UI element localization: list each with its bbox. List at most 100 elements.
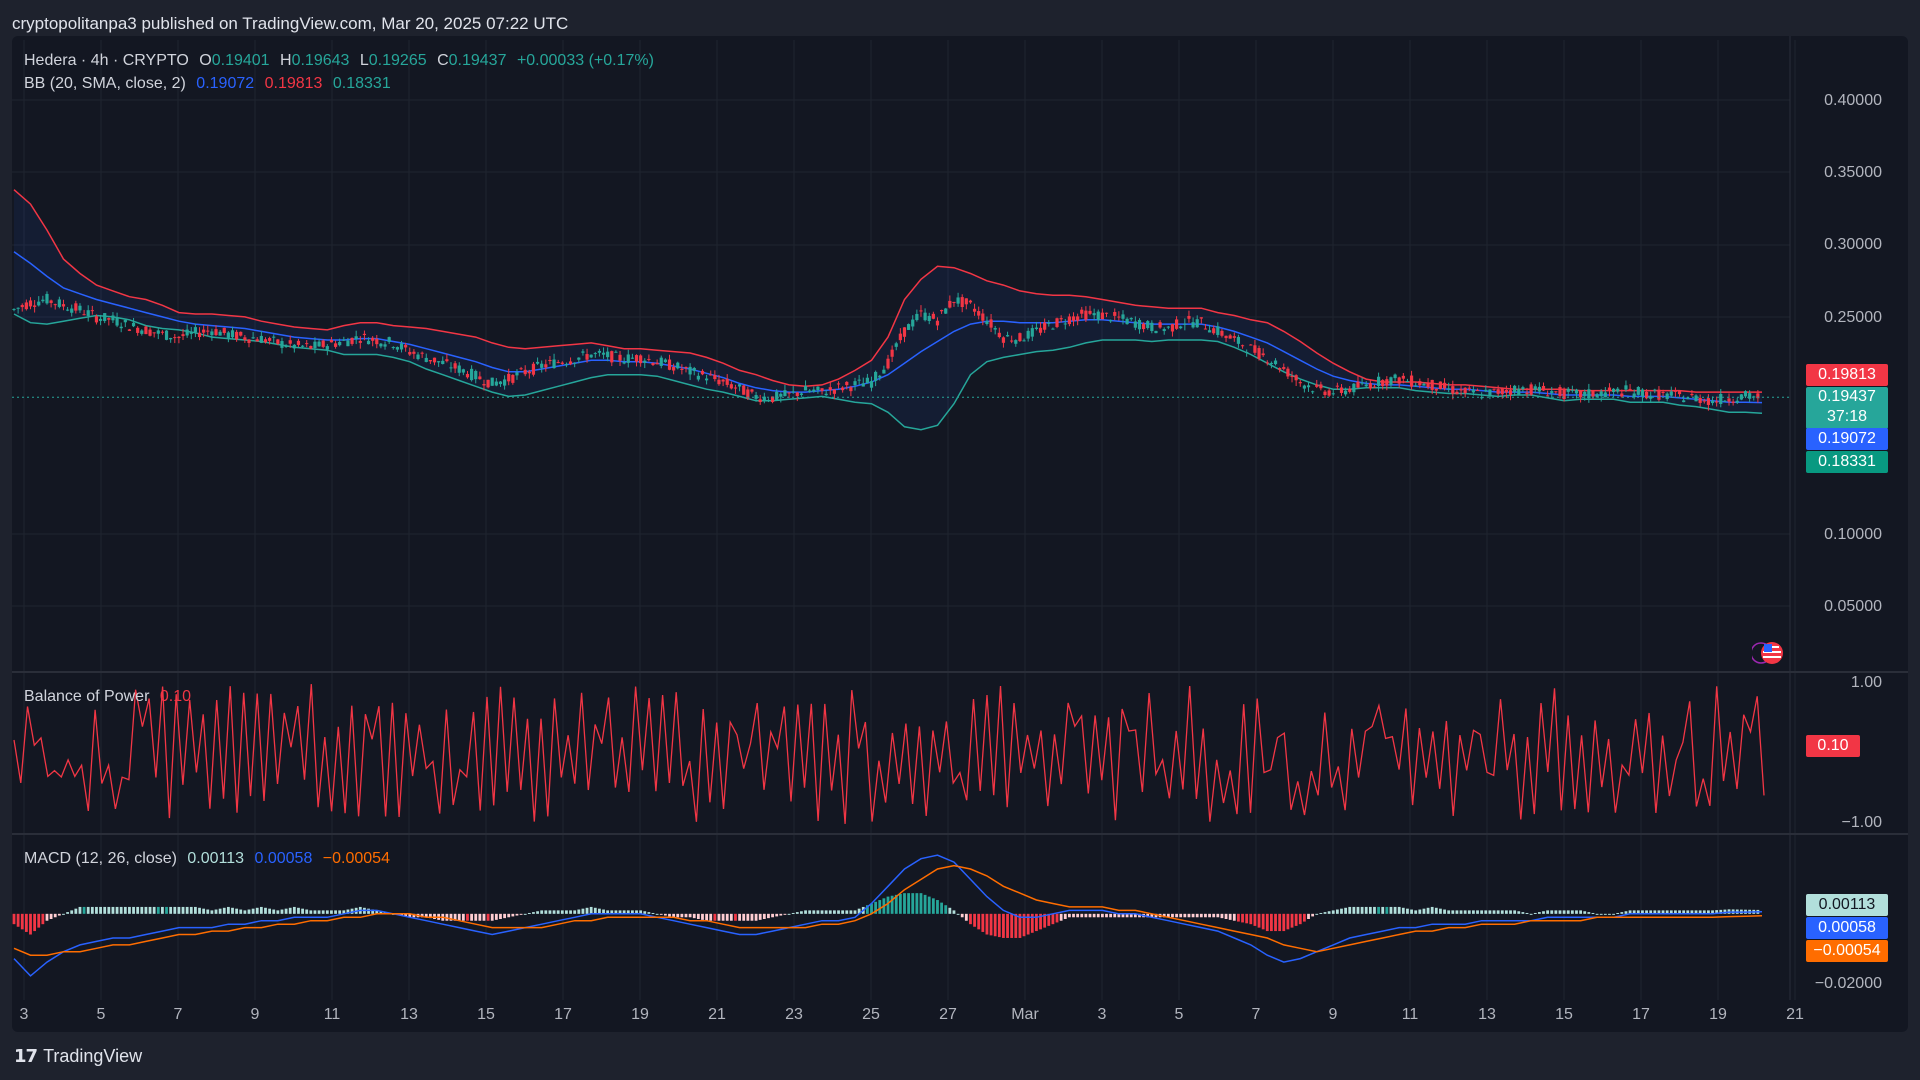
- candle-body: [1682, 400, 1686, 403]
- candle-body: [12, 308, 16, 310]
- macd-histogram-bar: [1088, 913, 1092, 918]
- candle-body: [696, 375, 700, 380]
- candle-body: [667, 359, 672, 370]
- macd-histogram-bar: [1195, 913, 1199, 918]
- candle-body: [1677, 391, 1682, 395]
- candle-body: [1224, 335, 1228, 339]
- candle-body: [1183, 323, 1187, 325]
- macd-histogram-bar: [1187, 913, 1191, 918]
- candle-body: [1253, 345, 1257, 353]
- macd-histogram-bar: [705, 913, 709, 921]
- macd-histogram-bar: [659, 913, 663, 915]
- candle-body: [371, 337, 375, 341]
- candle-body: [849, 387, 853, 392]
- candle-body: [1603, 392, 1607, 398]
- macd-histogram-bar: [1204, 913, 1207, 918]
- change-value: +0.00033 (+0.17%): [516, 52, 654, 69]
- candle-body: [263, 339, 268, 343]
- candle-body: [944, 308, 948, 314]
- candle-body: [185, 329, 189, 336]
- macd-histogram-bar: [936, 900, 939, 914]
- candle-body: [276, 339, 280, 344]
- macd-histogram-bar: [981, 913, 985, 932]
- candle-body: [1657, 389, 1661, 400]
- macd-histogram-bar: [989, 913, 993, 936]
- candle-body: [1245, 351, 1249, 353]
- macd-histogram-bar: [511, 913, 515, 917]
- candle-body: [453, 363, 457, 369]
- macd-histogram-bar: [1529, 913, 1533, 915]
- candle-body: [1137, 319, 1142, 330]
- macd-histogram-bar: [948, 907, 952, 914]
- macd-histogram-bar: [49, 913, 53, 919]
- candle-body: [1018, 333, 1022, 342]
- macd-histogram-bar: [1212, 913, 1216, 918]
- macd-histogram-bar: [1397, 906, 1401, 914]
- macd-histogram-bar: [214, 909, 218, 914]
- candle-body: [1669, 391, 1673, 396]
- candle-body: [197, 332, 202, 337]
- candle-body: [140, 330, 144, 334]
- macd-histogram-bar: [1302, 913, 1306, 922]
- macd-histogram-bar: [713, 913, 717, 921]
- candle-body: [338, 341, 342, 346]
- macd-histogram-bar: [173, 906, 177, 914]
- main-legend: Hedera · 4h · CRYPTO O0.19401 H0.19643 L…: [24, 52, 660, 70]
- bb-legend[interactable]: BB (20, SMA, close, 2) 0.19072 0.19813 0…: [24, 75, 397, 93]
- macd-histogram-bar: [144, 906, 148, 914]
- candle-body: [1438, 381, 1443, 390]
- candle-body: [1430, 379, 1434, 390]
- macd-histogram-bar: [969, 913, 972, 925]
- macd-legend[interactable]: MACD (12, 26, close) 0.00113 0.00058 −0.…: [24, 850, 396, 868]
- candle-body: [1096, 311, 1100, 320]
- macd-histogram-bar: [210, 910, 214, 914]
- candle-body: [70, 308, 74, 313]
- candle-body: [993, 328, 997, 330]
- chart-canvas[interactable]: [0, 0, 1920, 1080]
- candle-body: [136, 327, 140, 333]
- candle-body: [193, 327, 197, 333]
- macd-histogram-bar: [1014, 913, 1018, 938]
- candle-body: [622, 362, 626, 364]
- symbol-title[interactable]: Hedera · 4h · CRYPTO: [24, 52, 189, 69]
- macd-histogram-bar: [367, 908, 370, 914]
- macd-histogram-bar: [247, 909, 251, 914]
- candle-body: [907, 324, 911, 330]
- candle-body: [824, 393, 828, 396]
- candle-body: [1496, 389, 1500, 394]
- candle-body: [57, 299, 61, 307]
- macd-histogram-bar: [1599, 913, 1603, 915]
- macd-histogram-bar: [1216, 913, 1220, 918]
- bop-legend[interactable]: Balance of Power 0.10: [24, 688, 197, 706]
- candle-body: [766, 400, 771, 402]
- macd-histogram-bar: [1323, 912, 1327, 914]
- macd-histogram-bar: [593, 907, 597, 914]
- candle-body: [1055, 318, 1059, 327]
- candle-body: [1513, 385, 1517, 393]
- macd-histogram-bar: [1352, 906, 1356, 914]
- candle-body: [1092, 313, 1096, 316]
- candle-body: [1566, 388, 1570, 392]
- candle-body: [1195, 319, 1199, 328]
- candle-body: [214, 329, 218, 335]
- candle-body: [700, 370, 705, 375]
- macd-histogram-bar: [78, 906, 82, 914]
- macd-histogram-bar: [808, 910, 812, 914]
- candle-body: [1376, 376, 1381, 386]
- macd-histogram-bar: [1249, 913, 1253, 925]
- candle-body: [878, 375, 882, 378]
- macd-histogram-bar: [1232, 913, 1236, 921]
- macd-histogram-bar: [313, 910, 317, 914]
- candle-body: [1401, 375, 1405, 379]
- candle-body: [560, 362, 564, 364]
- tradingview-logo[interactable]: 𝟭𝟳 TradingView: [14, 1046, 142, 1067]
- candle-body: [1158, 322, 1162, 328]
- candle-body: [1492, 388, 1496, 390]
- candle-body: [1673, 390, 1678, 392]
- candle-body: [1199, 317, 1203, 319]
- candle-body: [861, 383, 865, 387]
- macd-histogram-bar: [1191, 913, 1195, 918]
- macd-histogram-bar: [544, 910, 548, 914]
- us-flag-icon[interactable]: [1752, 640, 1784, 666]
- candle-body: [144, 326, 148, 335]
